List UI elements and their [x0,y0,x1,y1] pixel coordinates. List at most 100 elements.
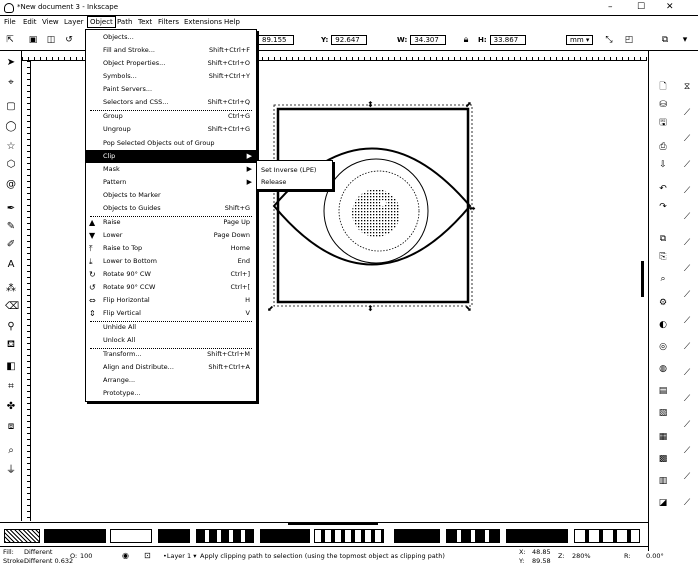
stroke-value[interactable]: Different 0.632 [24,557,73,565]
palette-swatch-mixed-2[interactable] [446,529,500,543]
maximize-button[interactable]: ☐ [637,3,645,12]
select-all-icon[interactable]: ⇱ [5,35,15,45]
menu-item-objects-to-guides[interactable]: Objects to Guides Shift+G [86,202,256,215]
pen-tool-icon[interactable]: ✒ [5,203,17,215]
menu-item-rotate-cw[interactable]: ↻ Rotate 90° CW Ctrl+] [86,268,256,281]
snap-bbox-corner-icon[interactable]: ⟋ [681,159,693,171]
menu-item-fill-and-stroke[interactable]: Fill and Stroke... Shift+Ctrl+F [86,44,256,57]
menu-item-mask[interactable]: Mask ▶ [86,163,256,176]
menu-item-ungroup[interactable]: Ungroup Shift+Ctrl+G [86,123,256,136]
print-icon[interactable]: ⎙ [657,141,669,153]
submenu-item-release[interactable]: Release [261,178,286,186]
menu-filters[interactable]: Filters [158,18,179,26]
connector-tool-icon[interactable]: ⧈ [5,421,17,433]
symbols-icon[interactable]: ▩ [657,453,669,465]
spray-tool-icon[interactable]: ⁂ [5,283,17,295]
menu-layer[interactable]: Layer [64,18,84,26]
fill-value[interactable]: Different [24,548,53,556]
gradient-tool-icon[interactable]: ◧ [5,361,17,373]
scale-handle-right[interactable]: ⬌ [469,204,476,213]
minimize-button[interactable]: – [608,3,613,12]
menu-edit[interactable]: Edit [23,18,37,26]
menu-item-pattern[interactable]: Pattern ▶ [86,176,256,189]
text-tool-icon[interactable]: A [5,259,17,271]
snap-text-baseline-icon[interactable]: ⟋ [681,393,693,405]
palette-swatch-gray[interactable] [158,529,190,543]
rotate-ccw-icon[interactable]: ↺ [64,35,74,45]
snap-others-icon[interactable]: ⟋ [681,497,693,509]
menu-object[interactable]: Object [87,16,116,28]
x-coordinate-field[interactable]: 89.155 [258,35,294,45]
submenu-item-set-inverse[interactable]: Set Inverse (LPE) [261,166,316,174]
ellipse-tool-icon[interactable]: ◯ [5,121,17,133]
pencil-tool-icon[interactable]: ✎ [5,221,17,233]
menu-item-raise[interactable]: ▲ Raise Page Up [86,216,256,229]
snap-bbox-icon[interactable]: ⟋ [681,107,693,119]
eye-visibility-icon[interactable]: ◉ [122,551,129,560]
menu-item-arrange[interactable]: Arrange... [86,374,256,387]
deselect-icon[interactable]: ◫ [46,35,56,45]
new-document-icon[interactable]: 🗋 [657,81,669,93]
snap-guide-icon[interactable]: ⟋ [681,471,693,483]
menu-view[interactable]: View [42,18,59,26]
undo-icon[interactable]: ↶ [657,183,669,195]
3d-box-tool-icon[interactable]: ⬡ [5,159,17,171]
palette-swatch-none[interactable] [4,529,40,543]
text-font-icon[interactable]: ◎ [657,341,669,353]
measure-tool-icon[interactable]: ⏚ [5,465,17,477]
paste-icon[interactable]: ⎘ [657,251,669,263]
document-properties-icon[interactable]: ◪ [657,497,669,509]
vertical-scrollbar[interactable] [641,261,644,297]
palette-swatch-mixed[interactable] [314,529,384,543]
y-coordinate-field[interactable]: Y: 92.647 [321,35,368,45]
snap-midpoints-icon[interactable]: ⟋ [681,315,693,327]
menu-item-raise-to-top[interactable]: ⤒ Raise to Top Home [86,242,256,255]
rotation-value[interactable]: 0.00° [646,552,664,560]
menu-item-transform[interactable]: Transform... Shift+Ctrl+M [86,348,256,361]
unit-select[interactable]: mm ▾ [566,35,594,45]
scale-handle-bottom-left[interactable]: ⬋ [267,304,274,313]
zoom-fit-icon[interactable]: ⌕ [657,273,669,285]
menu-item-rotate-ccw[interactable]: ↺ Rotate 90° CCW Ctrl+[ [86,281,256,294]
zoom-tool-icon[interactable]: ⌕ [5,445,17,457]
pupil[interactable] [352,189,400,237]
menu-item-selectors-css[interactable]: Selectors and CSS... Shift+Ctrl+Q [86,96,256,109]
snap-paths-icon[interactable]: ⟋ [681,211,693,223]
star-tool-icon[interactable]: ☆ [5,141,17,153]
menu-item-clip[interactable]: Clip ▶ [86,150,256,163]
redo-icon[interactable]: ↷ [657,201,669,213]
snap-nodes-icon[interactable]: ⟋ [681,185,693,197]
objects-icon[interactable]: ▦ [657,431,669,443]
snap-grid-icon[interactable]: ⟋ [681,445,693,457]
menu-item-lower-to-bottom[interactable]: ⤓ Lower to Bottom End [86,255,256,268]
open-document-icon[interactable]: ⛁ [657,99,669,111]
menu-item-flip-horizontal[interactable]: ⇔ Flip Horizontal H [86,294,256,307]
snap-intersections-icon[interactable]: ⟋ [681,237,693,249]
lock-proportions-icon[interactable]: 🔒︎ [461,35,471,45]
scale-stroke-icon[interactable]: ⤡ [604,35,614,45]
lock-icon[interactable]: ⊡ [144,551,151,560]
node-tool-icon[interactable]: ⌖ [5,77,17,89]
snap-rotation-center-icon[interactable]: ⟋ [681,367,693,379]
height-field[interactable]: H: 33.867 [478,35,526,45]
rectangle-tool-icon[interactable]: ▢ [5,101,17,113]
menu-item-objects[interactable]: Objects... [86,31,256,44]
snap-bbox-edge-icon[interactable]: ⟋ [681,133,693,145]
xml-editor-icon[interactable]: ⚙ [657,297,669,309]
palette-swatch-dark-3[interactable] [506,529,568,543]
scale-handle-top-right[interactable]: ⬈ [465,100,472,109]
bucket-tool-icon[interactable]: ⛾ [5,339,17,351]
menu-item-group[interactable]: Group Ctrl+G [86,110,256,123]
menu-item-flip-vertical[interactable]: ⇕ Flip Vertical V [86,307,256,320]
scale-corners-icon[interactable]: ◰ [624,35,634,45]
menu-item-unlock-all[interactable]: Unlock All [86,334,256,347]
scale-handle-top[interactable]: ⬍ [367,100,374,109]
menu-path[interactable]: Path [117,18,132,26]
scale-handle-bottom[interactable]: ⬍ [367,304,374,313]
palette-swatch-white[interactable] [110,529,152,543]
calligraphy-tool-icon[interactable]: ✐ [5,239,17,251]
menu-text[interactable]: Text [138,18,152,26]
close-button[interactable]: ✕ [666,3,674,12]
palette-swatch-grays[interactable] [196,529,254,543]
menu-item-objects-to-marker[interactable]: Objects to Marker [86,189,256,202]
